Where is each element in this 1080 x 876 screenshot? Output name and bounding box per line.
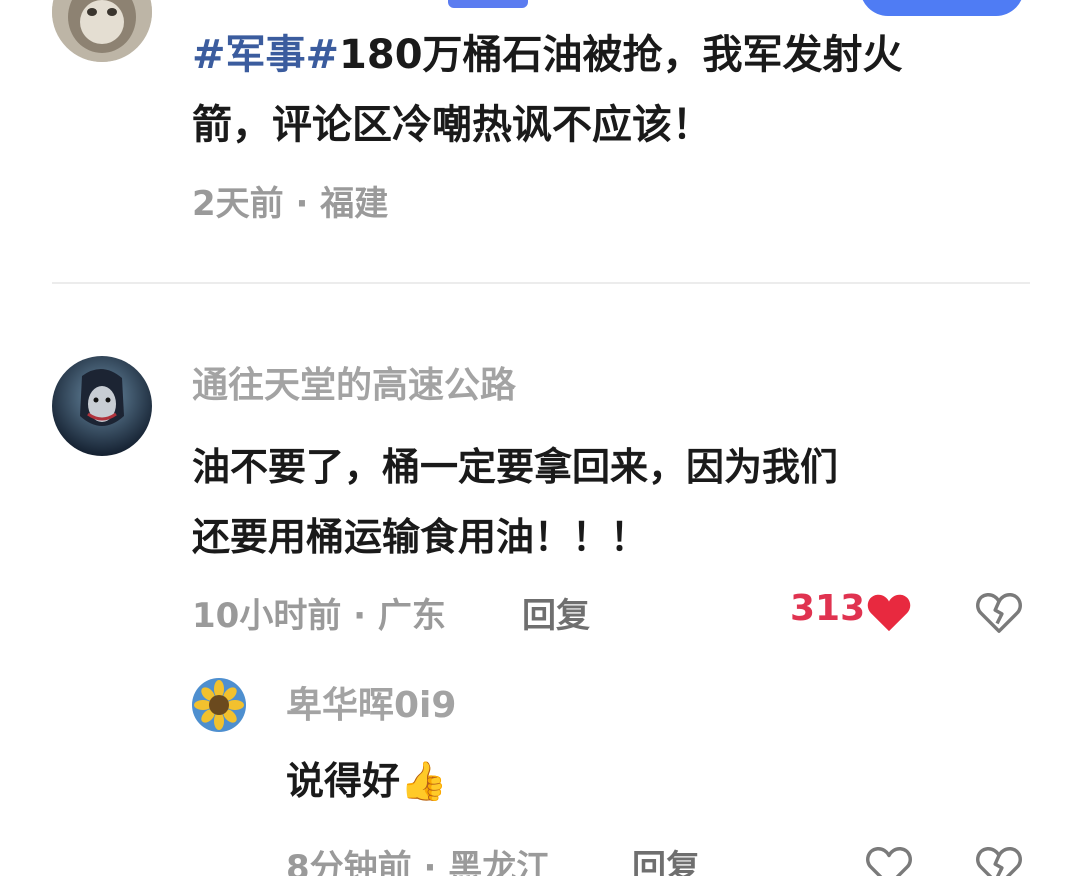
commenter-username[interactable]: 通往天堂的高速公路: [192, 356, 516, 408]
replier-avatar[interactable]: [192, 678, 246, 732]
comment-reply-button[interactable]: 回复: [522, 588, 590, 637]
post-text: #军事#180万桶石油被抢，我军发射火 箭，评论区冷嘲热讽不应该！: [192, 20, 1012, 160]
reply-text-body: 说得好: [286, 759, 401, 803]
comment-text-line2: 还要用桶运输食用油！！！: [192, 515, 649, 559]
dislike-broken-heart-icon[interactable]: [976, 590, 1022, 634]
comment-like-count[interactable]: 313: [790, 588, 865, 629]
like-filled-icon[interactable]: [866, 590, 912, 634]
comment-meta: 10小时前 · 广东: [192, 596, 446, 636]
like-outline-icon[interactable]: [866, 844, 912, 876]
author-badge: [448, 0, 528, 8]
post-hashtag[interactable]: #军事#: [192, 32, 339, 78]
reply-text: 说得好👍: [286, 746, 886, 816]
post-author-name-cut[interactable]: [192, 0, 442, 8]
thumbs-up-emoji: 👍: [400, 759, 448, 803]
comment-text-line1: 油不要了，桶一定要拿回来，因为我们: [192, 445, 839, 489]
reply-meta: 8分钟前 · 黑龙江: [286, 848, 551, 876]
commenter-avatar[interactable]: [52, 356, 152, 456]
post-meta: 2天前 · 福建: [192, 184, 389, 224]
post-text-line1: 180万桶石油被抢，我军发射火: [339, 32, 903, 78]
dislike-broken-heart-icon[interactable]: [976, 844, 1022, 876]
post-text-line2: 箭，评论区冷嘲热讽不应该！: [192, 102, 712, 148]
comment-text: 油不要了，桶一定要拿回来，因为我们 还要用桶运输食用油！！！: [192, 432, 1032, 572]
post-author-avatar[interactable]: [52, 0, 152, 62]
replier-username[interactable]: 卑华晖0i9: [286, 676, 456, 728]
divider: [52, 282, 1030, 284]
reply-reply-button[interactable]: 回复: [632, 840, 700, 876]
follow-button[interactable]: [860, 0, 1024, 16]
